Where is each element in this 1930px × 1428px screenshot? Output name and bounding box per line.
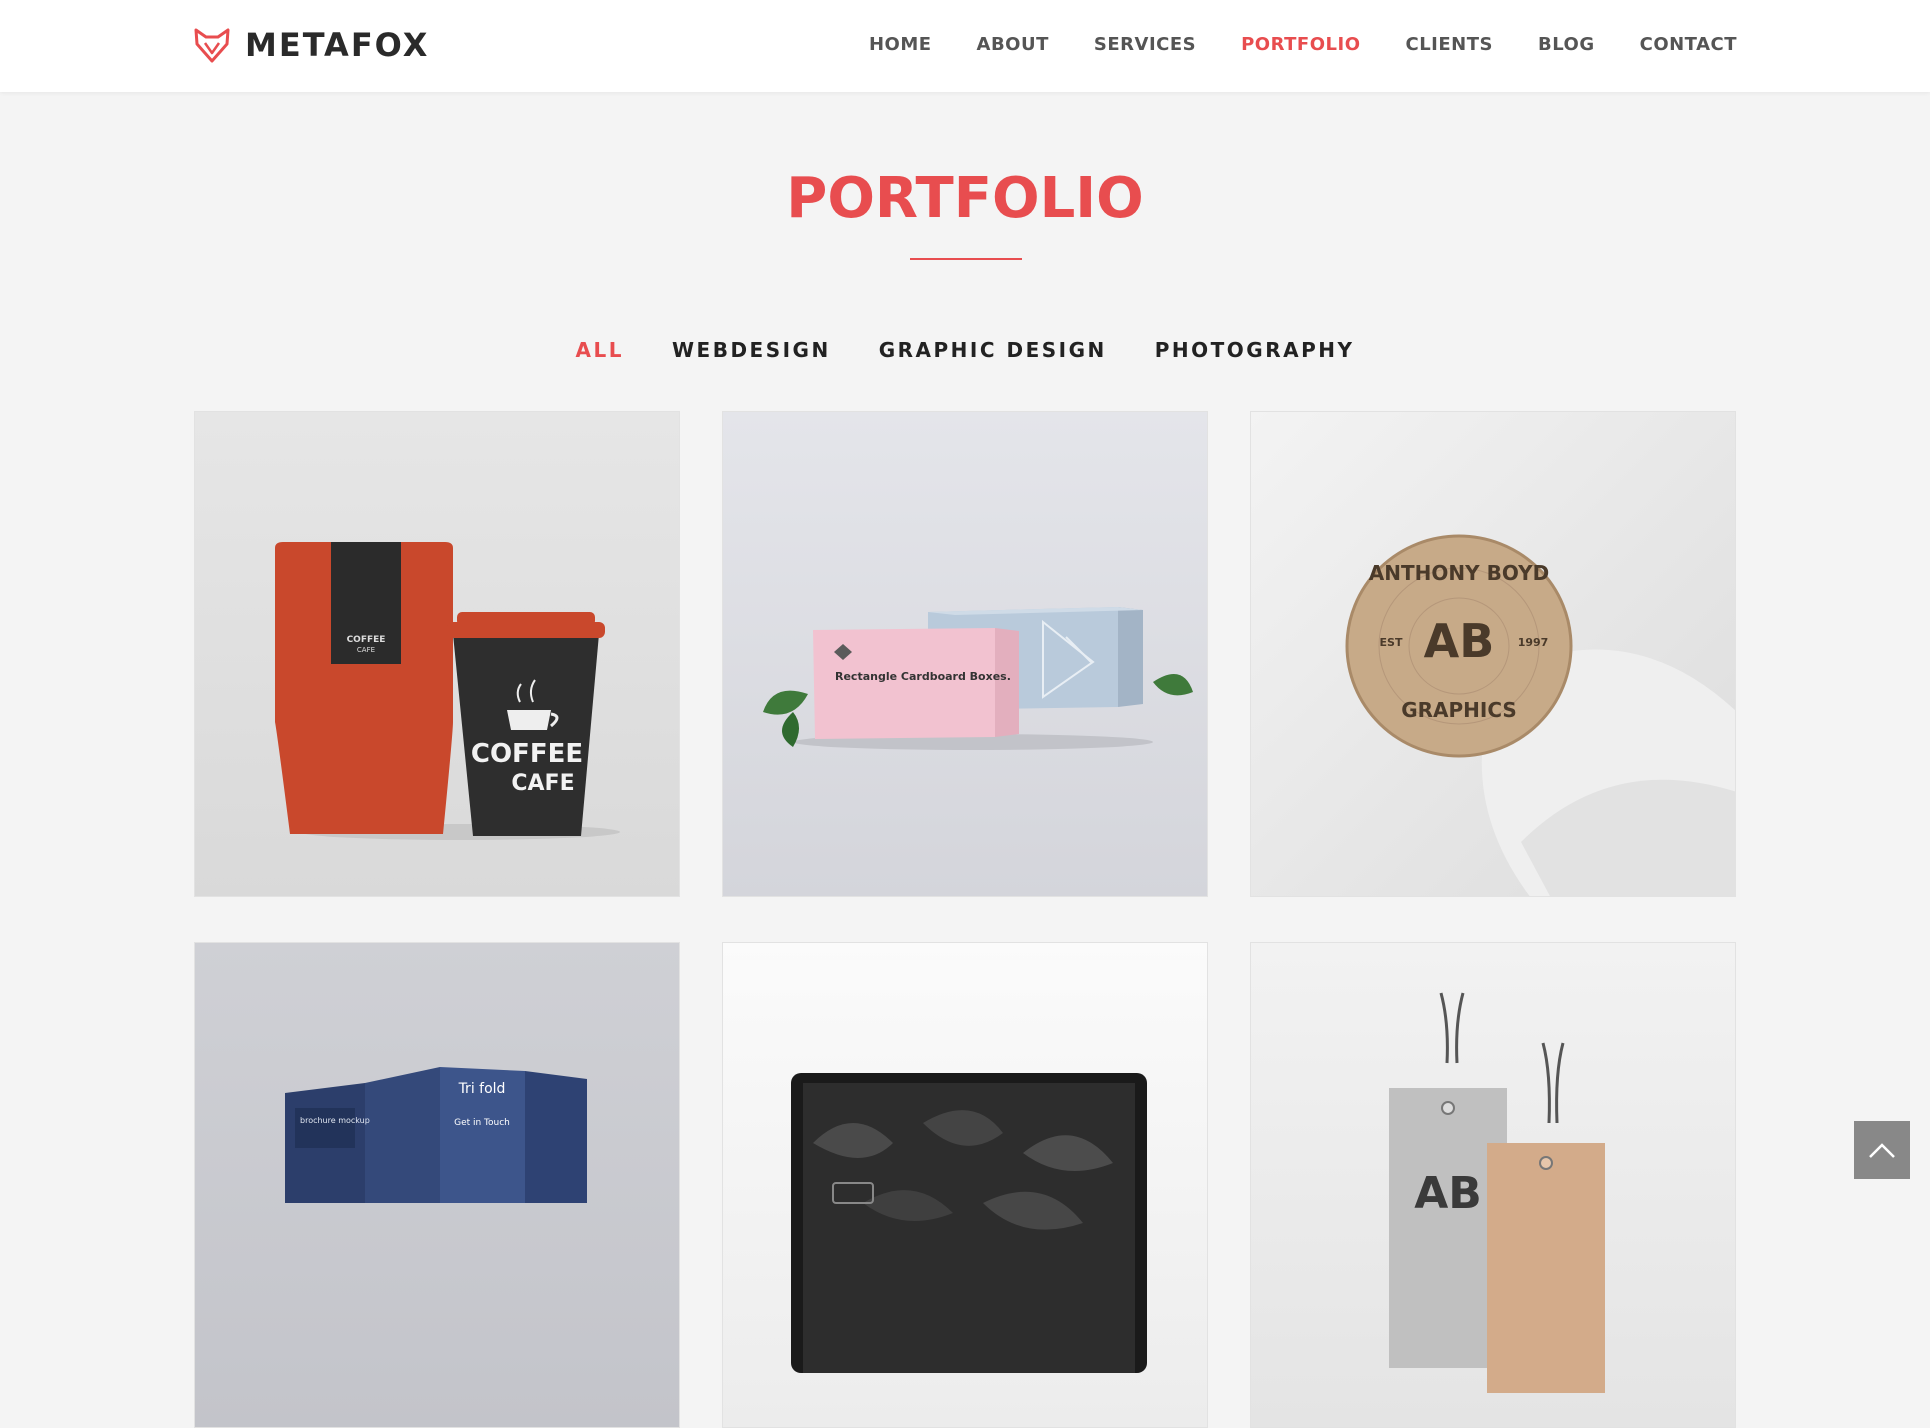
logo[interactable]: METAFOX: [193, 26, 429, 64]
nav-blog[interactable]: BLOG: [1538, 34, 1595, 55]
coffee-packaging-image: COFFEE CAFE COFFEE CAFE: [275, 542, 620, 840]
pouch-label-cafe: CAFE: [357, 646, 375, 654]
stamp-monogram: AB: [1424, 614, 1495, 668]
nav-contact[interactable]: CONTACT: [1640, 34, 1737, 55]
laptop-image: [791, 1073, 1147, 1373]
wood-logo-image: ANTHONY BOYD AB EST 1997 GRAPHICS: [1345, 534, 1735, 896]
filter-photography[interactable]: PHOTOGRAPHY: [1155, 338, 1355, 362]
brochure-panel-label: brochure mockup: [300, 1116, 370, 1125]
main-nav: HOME ABOUT SERVICES PORTFOLIO CLIENTS BL…: [869, 34, 1737, 55]
stamp-year: 1997: [1518, 636, 1549, 649]
brand-name: METAFOX: [245, 26, 430, 64]
tag-monogram: AB: [1414, 1168, 1482, 1219]
fox-logo-icon: [194, 28, 230, 63]
section-title: PORTFOLIO: [786, 166, 1144, 231]
filter-webdesign[interactable]: WEBDESIGN: [672, 338, 831, 362]
hang-tags-image: AB: [1389, 992, 1605, 1393]
portfolio-item-brochure[interactable]: brochure mockup Tri fold Get in Touch: [194, 942, 680, 1428]
portfolio-item-wood-logo[interactable]: ANTHONY BOYD AB EST 1997 GRAPHICS: [1250, 411, 1736, 897]
cup-label-coffee: COFFEE: [471, 739, 583, 769]
stamp-est: EST: [1380, 636, 1403, 649]
portfolio-item-laptop[interactable]: [722, 942, 1208, 1428]
scroll-to-top-button[interactable]: [1854, 1121, 1910, 1179]
nav-services[interactable]: SERVICES: [1094, 34, 1196, 55]
nav-about[interactable]: ABOUT: [977, 34, 1049, 55]
brochure-image: brochure mockup Tri fold Get in Touch: [285, 1067, 587, 1203]
portfolio-item-coffee[interactable]: COFFEE CAFE COFFEE CAFE: [194, 411, 680, 897]
box-label: Rectangle Cardboard Boxes.: [835, 670, 1011, 683]
site-header: METAFOX HOME ABOUT SERVICES PORTFOLIO CL…: [0, 0, 1930, 92]
portfolio-item-boxes[interactable]: Rectangle Cardboard Boxes.: [722, 411, 1208, 897]
title-divider: [910, 258, 1022, 260]
stamp-graphics: GRAPHICS: [1401, 698, 1517, 722]
nav-home[interactable]: HOME: [869, 34, 932, 55]
cup-label-cafe: CAFE: [511, 771, 574, 796]
filter-all[interactable]: ALL: [576, 338, 624, 362]
brochure-contact-label: Get in Touch: [454, 1118, 510, 1128]
cardboard-boxes-image: Rectangle Cardboard Boxes.: [763, 607, 1193, 750]
portfolio-item-hang-tags[interactable]: AB: [1250, 942, 1736, 1428]
nav-clients[interactable]: CLIENTS: [1406, 34, 1493, 55]
pouch-label-coffee: COFFEE: [347, 635, 386, 645]
nav-portfolio[interactable]: PORTFOLIO: [1241, 34, 1360, 55]
portfolio-filters: ALL WEBDESIGN GRAPHIC DESIGN PHOTOGRAPHY: [0, 338, 1930, 362]
chevron-up-icon: [1869, 1143, 1895, 1158]
filter-graphic-design[interactable]: GRAPHIC DESIGN: [879, 338, 1107, 362]
stamp-name: ANTHONY BOYD: [1369, 561, 1549, 585]
brochure-trifold-label: Tri fold: [458, 1081, 506, 1097]
